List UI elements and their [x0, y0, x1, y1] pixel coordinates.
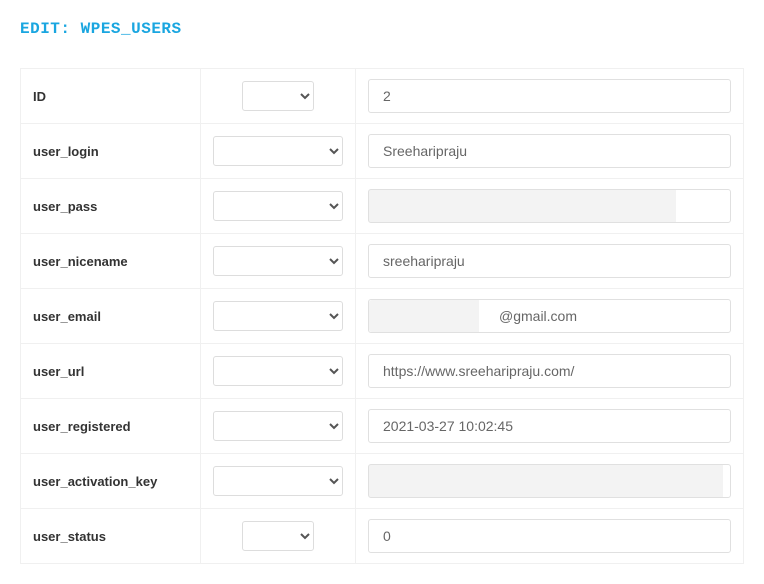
field-input-user-url[interactable] [368, 354, 731, 388]
field-input-user-status[interactable] [368, 519, 731, 553]
operator-select-user-nicename[interactable] [213, 246, 343, 276]
operator-select-user-activation-key[interactable] [213, 466, 343, 496]
form-row-user-status: user_status [21, 509, 744, 564]
field-label: user_activation_key [33, 474, 157, 489]
field-input-user-nicename[interactable] [368, 244, 731, 278]
field-input-user-pass[interactable] [368, 189, 731, 223]
field-label: user_url [33, 364, 84, 379]
form-row-user-url: user_url [21, 344, 744, 399]
form-row-id: ID [21, 69, 744, 124]
form-row-user-activation-key: user_activation_key [21, 454, 744, 509]
operator-select-user-email[interactable] [213, 301, 343, 331]
field-label: user_login [33, 144, 99, 159]
form-row-user-email: user_email [21, 289, 744, 344]
field-input-user-registered[interactable] [368, 409, 731, 443]
operator-select-user-login[interactable] [213, 136, 343, 166]
operator-select-user-pass[interactable] [213, 191, 343, 221]
operator-select-id[interactable] [242, 81, 314, 111]
operator-select-user-status[interactable] [242, 521, 314, 551]
edit-form-table: ID user_login user_pass user_nicename us… [20, 68, 744, 564]
form-row-user-nicename: user_nicename [21, 234, 744, 289]
form-row-user-pass: user_pass [21, 179, 744, 234]
field-input-user-email[interactable] [368, 299, 731, 333]
field-label: user_nicename [33, 254, 128, 269]
field-label: user_registered [33, 419, 131, 434]
page-title: EDIT: WPES_USERS [20, 20, 744, 38]
field-label: user_pass [33, 199, 97, 214]
field-input-user-activation-key[interactable] [368, 464, 731, 498]
operator-select-user-registered[interactable] [213, 411, 343, 441]
field-label: user_status [33, 529, 106, 544]
operator-select-user-url[interactable] [213, 356, 343, 386]
form-row-user-registered: user_registered [21, 399, 744, 454]
form-row-user-login: user_login [21, 124, 744, 179]
field-input-user-login[interactable] [368, 134, 731, 168]
field-label: user_email [33, 309, 101, 324]
field-label: ID [33, 89, 46, 104]
field-input-id[interactable] [368, 79, 731, 113]
